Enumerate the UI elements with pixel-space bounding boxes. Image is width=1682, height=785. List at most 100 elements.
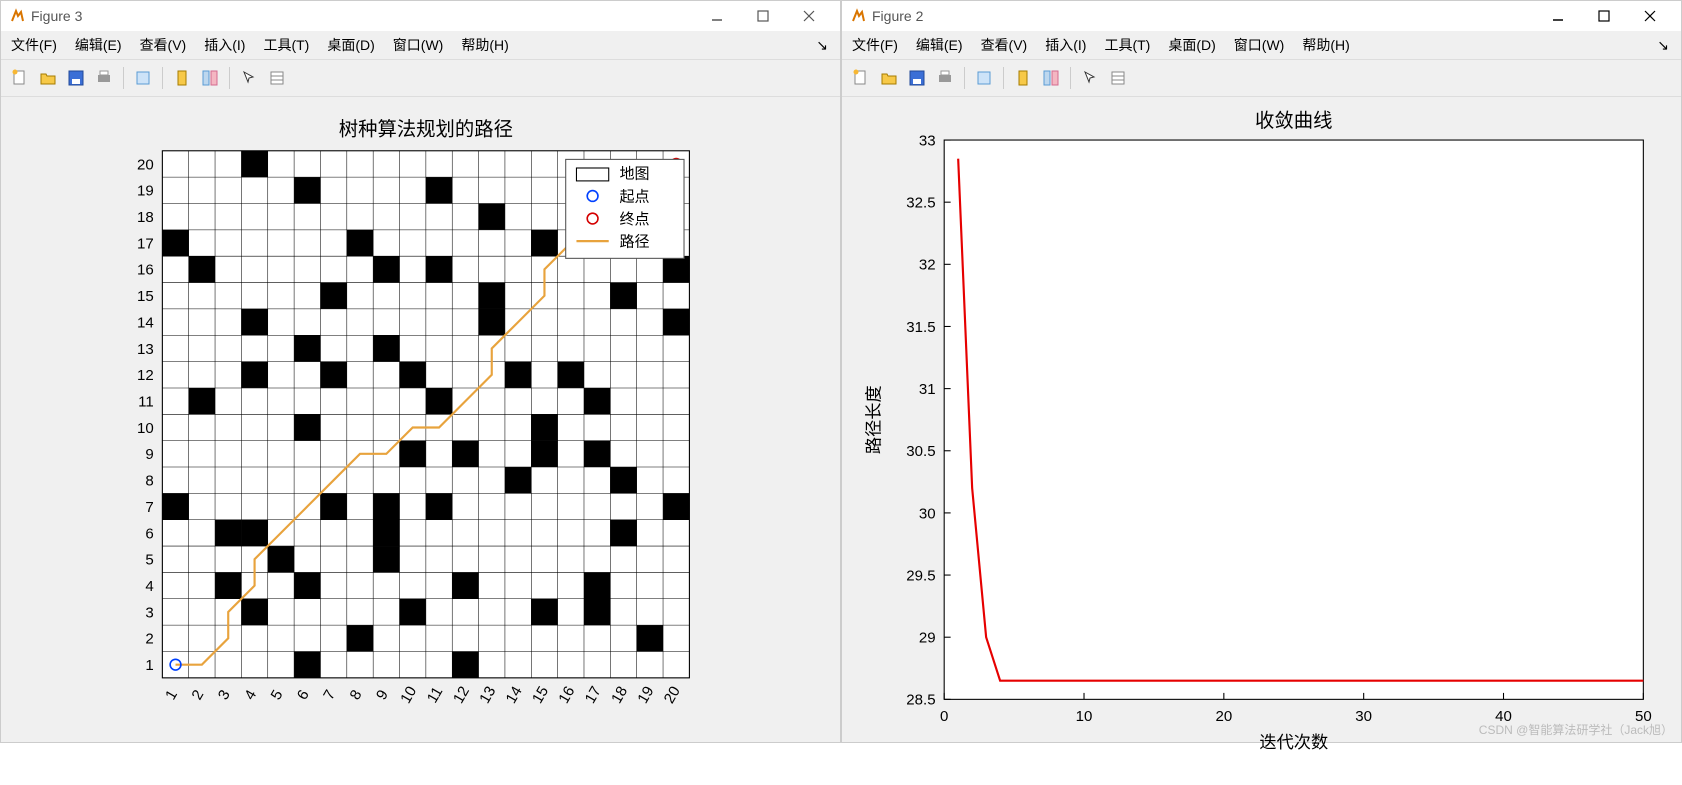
- svg-text:31.5: 31.5: [906, 319, 935, 336]
- matlab-icon: [850, 8, 866, 24]
- new-icon[interactable]: [848, 65, 874, 91]
- inspector-icon[interactable]: [1105, 65, 1131, 91]
- svg-text:12: 12: [450, 683, 473, 706]
- close-button[interactable]: [786, 1, 832, 31]
- menu-tools[interactable]: 工具(T): [257, 33, 315, 57]
- titlebar[interactable]: Figure 2: [842, 1, 1681, 31]
- svg-text:3: 3: [145, 604, 153, 621]
- svg-text:11: 11: [424, 684, 447, 706]
- svg-text:18: 18: [137, 209, 154, 226]
- menu-insert[interactable]: 插入(I): [198, 33, 251, 57]
- menu-view[interactable]: 查看(V): [134, 33, 193, 57]
- dock-icon[interactable]: [169, 65, 195, 91]
- svg-text:2: 2: [189, 687, 208, 703]
- menu-edit[interactable]: 编辑(E): [910, 33, 969, 57]
- inspector-icon[interactable]: [264, 65, 290, 91]
- minimize-button[interactable]: [1535, 1, 1581, 31]
- window-title: Figure 3: [31, 8, 82, 24]
- maximize-button[interactable]: [740, 1, 786, 31]
- svg-text:19: 19: [634, 683, 657, 706]
- svg-text:19: 19: [137, 183, 154, 200]
- svg-text:起点: 起点: [619, 188, 649, 205]
- svg-text:15: 15: [137, 288, 154, 305]
- svg-text:8: 8: [347, 687, 366, 703]
- menu-view[interactable]: 查看(V): [975, 33, 1034, 57]
- menu-window[interactable]: 窗口(W): [387, 33, 450, 57]
- new-icon[interactable]: [7, 65, 33, 91]
- svg-text:4: 4: [241, 687, 260, 703]
- watermark: CSDN @智能算法研学社（Jack旭）: [1479, 721, 1673, 738]
- svg-text:28.5: 28.5: [906, 692, 935, 709]
- open-icon[interactable]: [35, 65, 61, 91]
- menu-file[interactable]: 文件(F): [846, 33, 904, 57]
- close-button[interactable]: [1627, 1, 1673, 31]
- svg-text:17: 17: [137, 235, 154, 252]
- pointer-icon[interactable]: [1077, 65, 1103, 91]
- menu-tools[interactable]: 工具(T): [1098, 33, 1156, 57]
- svg-text:29.5: 29.5: [906, 567, 935, 584]
- menubar[interactable]: 文件(F) 编辑(E) 查看(V) 插入(I) 工具(T) 桌面(D) 窗口(W…: [1, 31, 840, 59]
- svg-text:路径长度: 路径长度: [864, 385, 884, 454]
- menubar[interactable]: 文件(F) 编辑(E) 查看(V) 插入(I) 工具(T) 桌面(D) 窗口(W…: [842, 31, 1681, 59]
- svg-text:30: 30: [1355, 708, 1372, 725]
- svg-text:5: 5: [145, 552, 153, 569]
- svg-text:29: 29: [919, 630, 936, 647]
- menu-help[interactable]: 帮助(H): [455, 33, 514, 57]
- minimize-button[interactable]: [694, 1, 740, 31]
- print-icon[interactable]: [91, 65, 117, 91]
- window-title: Figure 2: [872, 8, 923, 24]
- layout-icon[interactable]: [1038, 65, 1064, 91]
- svg-text:收敛曲线: 收敛曲线: [1255, 110, 1332, 132]
- svg-text:10: 10: [397, 683, 420, 706]
- svg-text:9: 9: [373, 687, 392, 703]
- svg-text:20: 20: [661, 683, 684, 706]
- toolbar: [842, 59, 1681, 97]
- axes-convergence[interactable]: 0102030405028.52929.53030.53131.53232.53…: [842, 97, 1681, 742]
- svg-text:1: 1: [145, 657, 153, 674]
- svg-text:3: 3: [215, 687, 234, 703]
- svg-text:32: 32: [919, 257, 936, 274]
- svg-text:16: 16: [555, 683, 578, 706]
- menu-desktop[interactable]: 桌面(D): [321, 33, 380, 57]
- svg-text:20: 20: [137, 156, 154, 173]
- maximize-button[interactable]: [1581, 1, 1627, 31]
- svg-text:13: 13: [476, 683, 499, 706]
- figure-window-2: Figure 2 文件(F) 编辑(E) 查看(V) 插入(I) 工具(T) 桌…: [841, 0, 1682, 743]
- menu-overflow-icon[interactable]: ↘: [1651, 35, 1675, 56]
- svg-text:14: 14: [503, 683, 526, 706]
- svg-text:14: 14: [137, 314, 154, 331]
- svg-text:10: 10: [137, 420, 154, 437]
- link-icon[interactable]: [971, 65, 997, 91]
- svg-text:7: 7: [320, 687, 339, 703]
- axes-path[interactable]: 1234567891011121314151617181920123456789…: [1, 97, 840, 742]
- print-icon[interactable]: [932, 65, 958, 91]
- save-icon[interactable]: [63, 65, 89, 91]
- menu-overflow-icon[interactable]: ↘: [810, 35, 834, 56]
- svg-text:6: 6: [145, 525, 153, 542]
- menu-file[interactable]: 文件(F): [5, 33, 63, 57]
- link-icon[interactable]: [130, 65, 156, 91]
- menu-window[interactable]: 窗口(W): [1228, 33, 1291, 57]
- open-icon[interactable]: [876, 65, 902, 91]
- svg-text:16: 16: [137, 262, 154, 279]
- menu-help[interactable]: 帮助(H): [1296, 33, 1355, 57]
- menu-desktop[interactable]: 桌面(D): [1162, 33, 1221, 57]
- titlebar[interactable]: Figure 3: [1, 1, 840, 31]
- save-icon[interactable]: [904, 65, 930, 91]
- menu-insert[interactable]: 插入(I): [1039, 33, 1092, 57]
- svg-text:30.5: 30.5: [906, 443, 935, 460]
- svg-text:18: 18: [608, 683, 631, 706]
- toolbar: [1, 59, 840, 97]
- svg-text:12: 12: [137, 367, 154, 384]
- svg-text:17: 17: [582, 683, 605, 706]
- svg-text:树种算法规划的路径: 树种算法规划的路径: [339, 119, 513, 141]
- pointer-icon[interactable]: [236, 65, 262, 91]
- dock-icon[interactable]: [1010, 65, 1036, 91]
- figure-window-3: Figure 3 文件(F) 编辑(E) 查看(V) 插入(I) 工具(T) 桌…: [0, 0, 841, 743]
- svg-text:0: 0: [940, 708, 948, 725]
- menu-edit[interactable]: 编辑(E): [69, 33, 128, 57]
- svg-text:30: 30: [919, 505, 936, 522]
- svg-text:地图: 地图: [619, 166, 649, 183]
- layout-icon[interactable]: [197, 65, 223, 91]
- svg-text:32.5: 32.5: [906, 195, 935, 212]
